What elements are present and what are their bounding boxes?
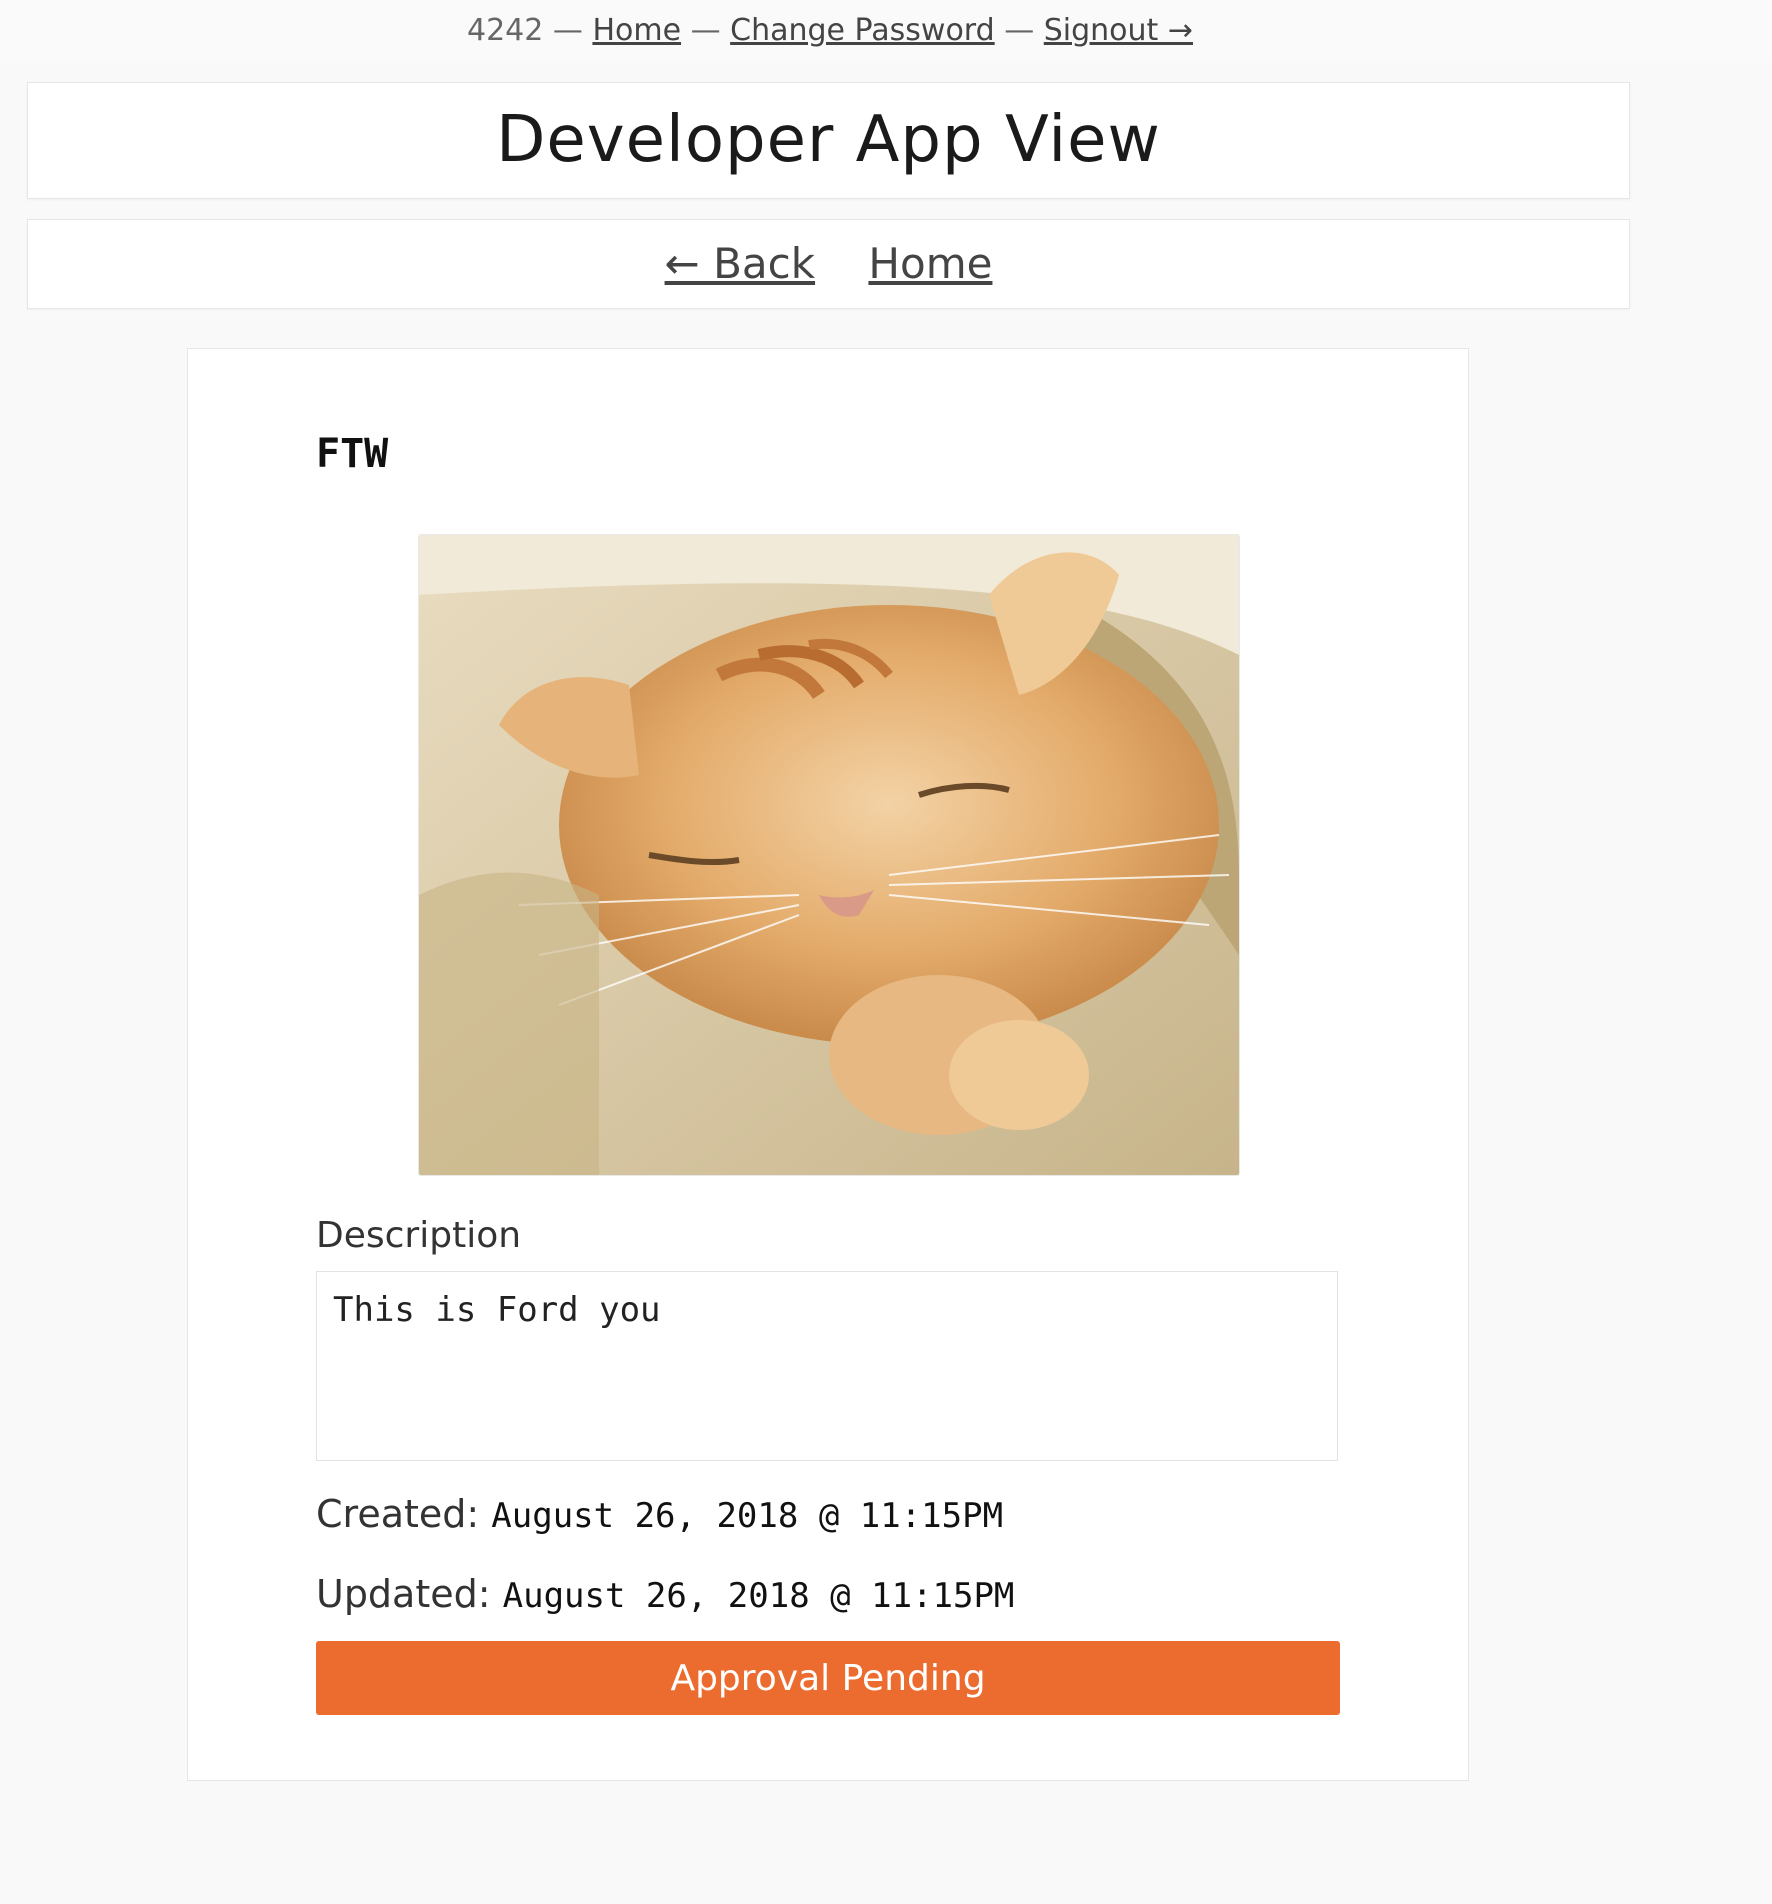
created-row: Created: August 26, 2018 @ 11:15PM [316,1492,1003,1536]
updated-label: Updated: [316,1572,491,1616]
created-value: August 26, 2018 @ 11:15PM [491,1496,1004,1536]
separator: — [552,13,583,48]
title-panel: Developer App View [27,82,1630,199]
user-id: 4242 [466,13,544,48]
change-password-link[interactable]: Change Password [730,13,995,48]
approval-pending-button[interactable]: Approval Pending [316,1641,1340,1715]
signout-link[interactable]: Signout → [1044,13,1193,48]
top-user-bar: 4242 — Home — Change Password — Signout … [0,0,1772,62]
description-label: Description [316,1215,522,1256]
description-field[interactable]: This is Ford you [316,1271,1338,1461]
app-image [418,534,1240,1176]
updated-value: August 26, 2018 @ 11:15PM [502,1576,1015,1616]
app-name: FTW [316,431,389,477]
back-link[interactable]: ← Back [665,239,816,288]
app-card: FTW Description This is Ford you Created… [187,348,1469,1781]
nav-home-link[interactable]: Home [868,239,992,288]
separator: — [1004,13,1035,48]
created-label: Created: [316,1492,480,1536]
page-title: Developer App View [496,103,1161,177]
updated-row: Updated: August 26, 2018 @ 11:15PM [316,1572,1014,1616]
top-home-link[interactable]: Home [592,13,681,48]
nav-panel: ← Back Home [27,219,1630,309]
cat-photo-icon [419,535,1239,1175]
separator: — [690,13,721,48]
